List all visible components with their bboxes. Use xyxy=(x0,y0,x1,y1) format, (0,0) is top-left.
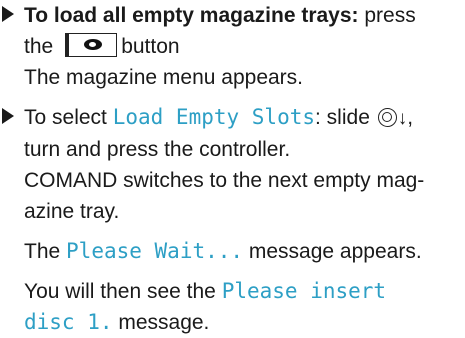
triangle-bullet-icon xyxy=(2,6,14,22)
display-message-please-wait: Please Wait... xyxy=(66,239,244,263)
step2-insert-line1: You will then see the Please insert xyxy=(24,276,465,307)
step2-wait-line: The Please Wait... message appears. xyxy=(24,236,465,267)
step2-text-you-will: You will then see the xyxy=(24,280,222,303)
disc-symbol-icon xyxy=(84,39,103,51)
step-load-all-trays: To load all empty magazine trays: press … xyxy=(0,0,465,93)
display-message-please-insert: Please insert xyxy=(221,279,387,303)
step1-button-label: button xyxy=(121,35,180,58)
step2-text-prefix: To select xyxy=(24,106,113,129)
step2-text-message: message. xyxy=(112,311,210,334)
step2-line1: To select Load Empty Slots: slide ↓, xyxy=(24,102,465,134)
step2-text-message-appears: message appears. xyxy=(243,240,422,263)
step2-text-the: The xyxy=(24,240,67,263)
step1-text-the: the xyxy=(24,35,54,58)
step2-text-slide: : slide xyxy=(315,106,376,129)
step1-line2: the button xyxy=(24,31,465,62)
display-option-load-empty-slots: Load Empty Slots xyxy=(112,105,316,129)
down-arrow-icon: ↓ xyxy=(397,108,408,129)
step1-line1: To load all empty magazine trays: press xyxy=(24,0,465,31)
step2-line3: COMAND switches to the next empty mag- xyxy=(24,169,425,192)
instruction-document: To load all empty magazine trays: press … xyxy=(0,0,465,334)
controller-icon xyxy=(377,108,397,127)
step1-text-press: press xyxy=(358,4,416,27)
step1-result: The magazine menu appears. xyxy=(24,66,303,89)
step2-text-comma: , xyxy=(407,106,414,129)
step2-line2: turn and press the controller. xyxy=(24,138,291,161)
triangle-bullet-icon xyxy=(2,108,14,124)
step1-title: To load all empty magazine trays: xyxy=(24,4,359,27)
disc-button-icon xyxy=(65,33,118,58)
display-message-disc-1: disc 1. xyxy=(24,310,113,334)
step2-line4: azine tray. xyxy=(24,200,120,223)
step-select-load-empty-slots: To select Load Empty Slots: slide ↓, tur… xyxy=(0,102,465,338)
